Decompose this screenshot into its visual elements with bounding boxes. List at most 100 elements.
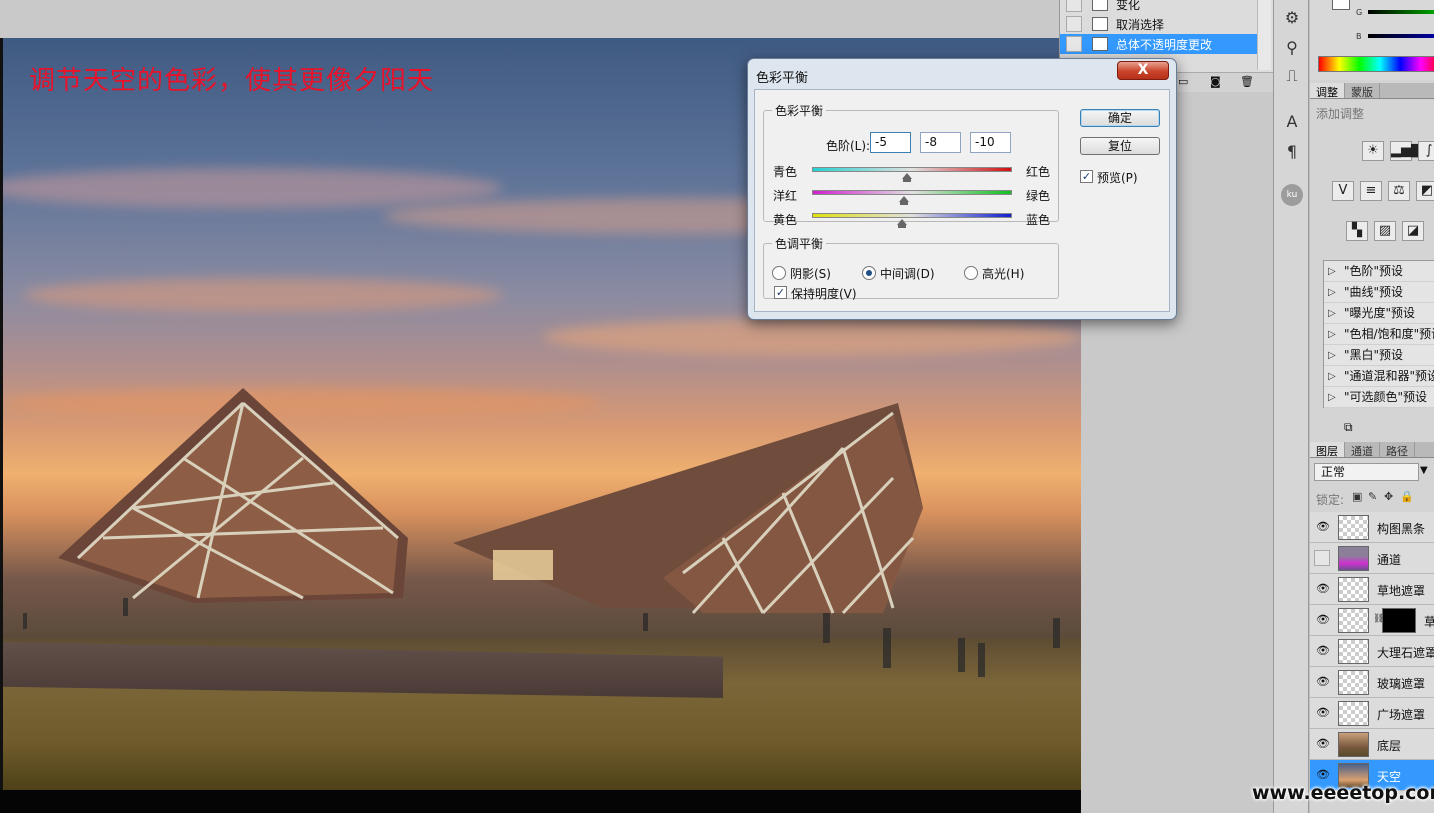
highlights-label[interactable]: 高光(H)	[982, 265, 1024, 282]
foreground-swatch[interactable]	[1332, 0, 1350, 10]
preserve-luminosity-checkbox[interactable]: ✓	[774, 286, 787, 299]
magenta-green-slider-thumb[interactable]	[899, 196, 909, 205]
midtones-label[interactable]: 中间调(D)	[880, 265, 935, 282]
preview-label[interactable]: 预览(P)	[1097, 169, 1138, 186]
eye-icon[interactable]: 👁	[1316, 675, 1330, 689]
chevron-down-icon[interactable]: ▼	[1420, 465, 1428, 476]
tab-channels[interactable]: 通道	[1345, 442, 1380, 458]
curves-icon[interactable]: ∫	[1418, 141, 1434, 161]
black-white-icon[interactable]: ◩	[1416, 181, 1434, 201]
yellow-blue-level-input[interactable]: -10	[970, 132, 1011, 153]
eye-icon[interactable]: 👁	[1316, 582, 1330, 596]
trash-icon[interactable]: 🗑	[1240, 75, 1254, 88]
eye-icon[interactable]: 👁	[1316, 520, 1330, 534]
right-panel-column: G B 调整 蒙版 添加调整 ☀ ▂▅▇ ∫ V ≡ ⚖ ◩ ▚ ▨ ◪ "色阶…	[1310, 0, 1434, 813]
layer-thumbnail	[1338, 577, 1369, 602]
camera-icon[interactable]: ◙	[1210, 75, 1221, 88]
history-item-label: 变化	[1116, 0, 1141, 12]
layer-name: 草	[1424, 615, 1434, 629]
layer-mask-thumbnail[interactable]	[1382, 608, 1416, 633]
channel-mixer-icon[interactable]: ▚	[1346, 221, 1368, 241]
preset-exposure[interactable]: "曝光度"预设	[1324, 303, 1434, 324]
history-checkbox[interactable]	[1066, 36, 1082, 52]
yellow-blue-slider-track[interactable]	[812, 213, 1012, 218]
b-slider[interactable]	[1368, 34, 1434, 38]
preset-curves[interactable]: "曲线"预设	[1324, 282, 1434, 303]
tab-layers[interactable]: 图层	[1310, 442, 1345, 458]
history-item[interactable]: 取消选择	[1060, 14, 1257, 34]
layer-row[interactable]: 👁 构图黑条	[1310, 512, 1434, 543]
history-item[interactable]: 变化	[1060, 0, 1257, 14]
layer-row[interactable]: 👁 草地遮罩	[1310, 574, 1434, 605]
brightness-icon[interactable]: ☀	[1362, 141, 1384, 161]
color-balance-dialog: 色彩平衡 X 色彩平衡 色阶(L): -5 -8 -10 青色 红色 洋红 绿色…	[747, 58, 1177, 320]
lock-all-icon[interactable]: 🔒	[1400, 490, 1414, 503]
layer-row[interactable]: 👁 广场遮罩	[1310, 698, 1434, 729]
gradient-map-icon[interactable]: ▨	[1374, 221, 1396, 241]
lock-position-icon[interactable]: ✥	[1384, 490, 1393, 503]
visibility-toggle[interactable]	[1314, 550, 1330, 566]
layer-row[interactable]: 通道	[1310, 543, 1434, 574]
color-balance-icon[interactable]: ⚖	[1388, 181, 1410, 201]
cyan-red-level-input[interactable]: -5	[870, 132, 911, 153]
layer-name: 大理石遮罩	[1377, 646, 1434, 660]
preset-levels[interactable]: "色阶"预设	[1324, 261, 1434, 282]
layer-thumbnail	[1338, 546, 1369, 571]
preset-black-white[interactable]: "黑白"预设	[1324, 345, 1434, 366]
sliders-icon[interactable]: ⚙	[1282, 8, 1302, 28]
lock-pixels-icon[interactable]: ✎	[1368, 490, 1377, 503]
new-document-icon[interactable]: ▭	[1178, 75, 1188, 88]
ku-icon[interactable]: ku	[1281, 184, 1303, 206]
layer-row[interactable]: 👁 底层	[1310, 729, 1434, 760]
puppet-icon[interactable]: ⚲	[1282, 38, 1302, 58]
adjustment-presets-list: "色阶"预设 "曲线"预设 "曝光度"预设 "色相/饱和度"预设 "黑白"预设 …	[1323, 260, 1434, 408]
g-slider[interactable]	[1368, 10, 1434, 14]
shadows-label[interactable]: 阴影(S)	[790, 265, 831, 282]
history-scrollbar[interactable]	[1257, 0, 1271, 70]
eye-icon[interactable]: 👁	[1316, 644, 1330, 658]
layer-thumbnail	[1338, 608, 1369, 633]
preset-selective-color[interactable]: "可选颜色"预设	[1324, 387, 1434, 408]
tab-paths[interactable]: 路径	[1380, 442, 1415, 458]
eye-icon[interactable]: 👁	[1316, 768, 1330, 782]
yellow-blue-slider-thumb[interactable]	[897, 219, 907, 228]
highlights-radio[interactable]	[964, 266, 978, 280]
eye-icon[interactable]: 👁	[1316, 737, 1330, 751]
tab-adjustments[interactable]: 调整	[1310, 83, 1345, 99]
panel-icon-strip: ⚙ ⚲ ⎍ A ¶ ku	[1273, 0, 1309, 813]
ok-button[interactable]: 确定	[1080, 109, 1160, 127]
preset-channel-mixer[interactable]: "通道混和器"预设	[1324, 366, 1434, 387]
blend-mode-select[interactable]: 正常	[1314, 463, 1419, 481]
preview-checkbox[interactable]: ✓	[1080, 170, 1093, 183]
layer-row[interactable]: 👁 玻璃遮罩	[1310, 667, 1434, 698]
lock-transparency-icon[interactable]: ▣	[1352, 490, 1362, 503]
cyan-red-slider-thumb[interactable]	[902, 173, 912, 182]
paragraph-icon[interactable]: ¶	[1282, 142, 1302, 162]
shadows-radio[interactable]	[772, 266, 786, 280]
preset-hue-saturation[interactable]: "色相/饱和度"预设	[1324, 324, 1434, 345]
close-button[interactable]: X	[1117, 61, 1169, 80]
cyan-red-slider-track[interactable]	[812, 167, 1012, 172]
magenta-green-level-input[interactable]: -8	[920, 132, 961, 153]
history-item-active[interactable]: 总体不透明度更改	[1060, 34, 1257, 54]
expand-panel-icon[interactable]: ⧉	[1344, 420, 1353, 435]
vibrance-icon[interactable]: V	[1332, 181, 1354, 201]
eye-icon[interactable]: 👁	[1316, 706, 1330, 720]
layer-row[interactable]: 👁 ⛓ 草	[1310, 605, 1434, 636]
levels-icon[interactable]: ▂▅▇	[1390, 141, 1421, 161]
eye-icon[interactable]: 👁	[1316, 613, 1330, 627]
history-checkbox[interactable]	[1066, 0, 1082, 12]
preserve-luminosity-label[interactable]: 保持明度(V)	[791, 285, 857, 302]
layer-row[interactable]: 👁 大理石遮罩	[1310, 636, 1434, 667]
magenta-green-slider-track[interactable]	[812, 190, 1012, 195]
selective-color-icon[interactable]: ◪	[1402, 221, 1424, 241]
color-spectrum[interactable]	[1318, 56, 1434, 72]
hue-saturation-icon[interactable]: ≡	[1360, 181, 1382, 201]
midtones-radio[interactable]	[862, 266, 876, 280]
history-checkbox[interactable]	[1066, 16, 1082, 32]
group-label: 色彩平衡	[775, 104, 824, 118]
stamp-icon[interactable]: ⎍	[1282, 66, 1302, 86]
tab-masks[interactable]: 蒙版	[1345, 83, 1380, 99]
character-icon[interactable]: A	[1282, 112, 1302, 132]
reset-button[interactable]: 复位	[1080, 137, 1160, 155]
